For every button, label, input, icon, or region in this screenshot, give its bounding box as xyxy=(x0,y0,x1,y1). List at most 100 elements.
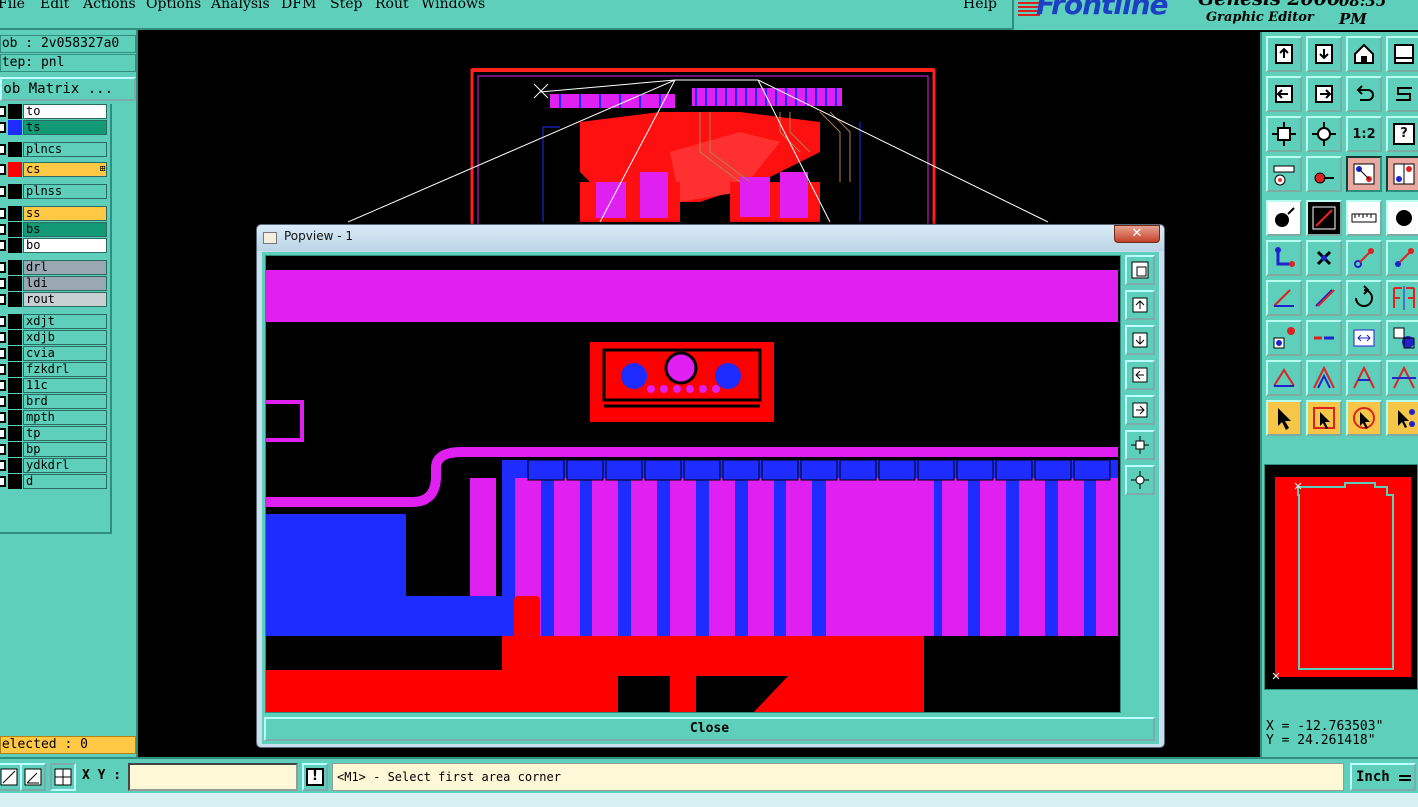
layer-checkbox[interactable] xyxy=(0,122,6,133)
pv-center-icon[interactable] xyxy=(1125,465,1155,495)
layer-checkbox[interactable] xyxy=(0,240,6,251)
rotate-icon[interactable] xyxy=(1346,280,1382,316)
layer-checkbox[interactable] xyxy=(0,164,6,175)
xy-input[interactable] xyxy=(128,763,298,791)
menu-dfm[interactable]: DFM xyxy=(281,0,316,12)
layer-color-swatch[interactable] xyxy=(8,426,22,441)
layer-checkbox[interactable] xyxy=(0,208,6,219)
layer-row-bo[interactable]: bo xyxy=(0,238,108,253)
layer-name[interactable]: to xyxy=(23,104,107,119)
menu-help[interactable]: Help xyxy=(963,0,997,12)
layer-row-d[interactable]: d xyxy=(0,474,108,489)
popview-titlebar[interactable]: Popview - 1 ✕ xyxy=(257,225,1164,251)
layer-row-fzkdrl[interactable]: fzkdrl xyxy=(0,362,108,377)
layer-color-swatch[interactable] xyxy=(8,222,22,237)
layer-color-swatch[interactable] xyxy=(8,474,22,489)
undo-icon[interactable] xyxy=(1346,76,1382,112)
window-icon[interactable] xyxy=(1386,36,1418,72)
layer-color-swatch[interactable] xyxy=(8,276,22,291)
layer-checkbox[interactable] xyxy=(0,444,6,455)
feature-a-icon[interactable] xyxy=(1266,360,1302,396)
layer-name[interactable]: brd xyxy=(23,394,107,409)
layer-row-ydkdrl[interactable]: ydkdrl xyxy=(0,458,108,473)
connect-icon[interactable] xyxy=(1266,240,1302,276)
menu-actions[interactable]: Actions xyxy=(83,0,136,12)
layer-name[interactable]: plnss xyxy=(23,184,107,199)
measure-icon[interactable] xyxy=(0,763,22,791)
layer-checkbox[interactable] xyxy=(0,294,6,305)
job-matrix-button[interactable]: Job Matrix ... xyxy=(0,77,136,101)
feature-d-icon[interactable] xyxy=(1386,360,1418,396)
menu-options[interactable]: Options xyxy=(146,0,201,12)
select-pointer-icon[interactable] xyxy=(1266,400,1302,436)
layer-row-drl[interactable]: drl xyxy=(0,260,108,275)
layer-row-xdjb[interactable]: xdjb xyxy=(0,330,108,345)
layer-row-bs[interactable]: bs xyxy=(0,222,108,237)
layer-row-plnss[interactable]: plnss xyxy=(0,184,108,199)
layer-row-cvia[interactable]: cvia xyxy=(0,346,108,361)
add-line-icon[interactable] xyxy=(1306,200,1342,236)
layer-color-swatch[interactable] xyxy=(8,394,22,409)
feature-c-icon[interactable] xyxy=(1346,360,1382,396)
layer-name[interactable]: xdjb xyxy=(23,330,107,345)
layer-checkbox[interactable] xyxy=(0,364,6,375)
layer-color-swatch[interactable] xyxy=(8,442,22,457)
settings-palette-icon[interactable] xyxy=(1266,156,1302,192)
layer-name[interactable]: cvia xyxy=(23,346,107,361)
layer-checkbox[interactable] xyxy=(0,186,6,197)
slice-icon[interactable] xyxy=(1266,280,1302,316)
layer-checkbox[interactable] xyxy=(0,144,6,155)
layer-color-swatch[interactable] xyxy=(8,362,22,377)
menu-rout[interactable]: Rout xyxy=(375,0,409,12)
menu-step[interactable]: Step xyxy=(330,0,362,12)
probe-icon[interactable] xyxy=(1306,156,1342,192)
layer-name[interactable]: bs xyxy=(23,222,107,237)
layer-color-swatch[interactable] xyxy=(8,410,22,425)
layer-color-swatch[interactable] xyxy=(8,184,22,199)
home-icon[interactable] xyxy=(1346,36,1382,72)
layer-checkbox[interactable] xyxy=(0,332,6,343)
units-select[interactable]: Inch xyxy=(1350,763,1416,791)
line-edit-icon[interactable] xyxy=(1306,280,1342,316)
pv-right-icon[interactable] xyxy=(1125,395,1155,425)
layer-color-swatch[interactable] xyxy=(8,238,22,253)
split-line-icon[interactable] xyxy=(1306,320,1342,356)
popview-canvas[interactable] xyxy=(265,255,1121,713)
layer-color-swatch[interactable] xyxy=(8,120,22,135)
layer-checkbox[interactable] xyxy=(0,412,6,423)
help-icon[interactable]: ? xyxy=(1386,116,1418,152)
layer-color-swatch[interactable] xyxy=(8,260,22,275)
layer-color-swatch[interactable] xyxy=(8,346,22,361)
minimap[interactable] xyxy=(1264,464,1418,690)
select-poly-icon[interactable] xyxy=(1346,400,1382,436)
select-box-icon[interactable] xyxy=(1306,400,1342,436)
mirror-icon[interactable] xyxy=(1386,280,1418,316)
group-icon[interactable] xyxy=(1386,320,1418,356)
layer-row-plncs[interactable]: plncs xyxy=(0,142,108,157)
layer-row-11c[interactable]: 11c xyxy=(0,378,108,393)
popview-close-icon[interactable]: ✕ xyxy=(1114,225,1160,243)
redraw-icon[interactable] xyxy=(1386,76,1418,112)
layer-name[interactable]: fzkdrl xyxy=(23,362,107,377)
net-highlight-icon[interactable] xyxy=(1346,156,1382,192)
pv-down-icon[interactable] xyxy=(1125,325,1155,355)
layer-checkbox[interactable] xyxy=(0,262,6,273)
layer-row-ss[interactable]: ss xyxy=(0,206,108,221)
layer-color-swatch[interactable] xyxy=(8,458,22,473)
ruler-icon[interactable] xyxy=(1346,200,1382,236)
layer-checkbox[interactable] xyxy=(0,316,6,327)
layer-checkbox[interactable] xyxy=(0,428,6,439)
angle-icon[interactable] xyxy=(20,763,46,791)
layer-color-swatch[interactable] xyxy=(8,314,22,329)
layer-checkbox[interactable] xyxy=(0,396,6,407)
pv-zoom-in-icon[interactable] xyxy=(1125,255,1155,285)
layer-color-swatch[interactable] xyxy=(8,206,22,221)
grid-icon[interactable] xyxy=(50,763,76,791)
layer-row-to[interactable]: to xyxy=(0,104,108,119)
layer-checkbox[interactable] xyxy=(0,460,6,471)
layer-name[interactable]: ydkdrl xyxy=(23,458,107,473)
layer-name[interactable]: mpth xyxy=(23,410,107,425)
import-icon[interactable] xyxy=(1266,36,1302,72)
layer-name[interactable]: tp xyxy=(23,426,107,441)
layer-name[interactable]: 11c xyxy=(23,378,107,393)
